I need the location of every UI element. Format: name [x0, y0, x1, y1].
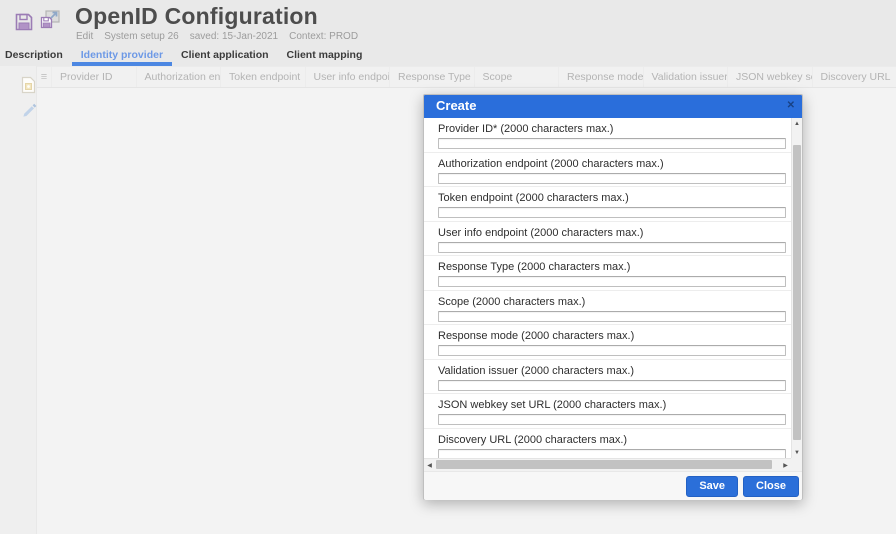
scroll-down-icon[interactable]: ▼ [792, 450, 802, 456]
field-label: Token endpoint (2000 characters max.) [438, 192, 786, 204]
field-row-discovery-url: Discovery URL (2000 characters max.) [424, 429, 791, 459]
scroll-up-icon[interactable]: ▲ [792, 121, 802, 127]
meta-context: Context: PROD [289, 31, 358, 42]
scrollbar-corner [791, 458, 802, 471]
dialog-footer: Save Close [424, 471, 802, 500]
field-label: Scope (2000 characters max.) [438, 296, 786, 308]
meta-mode: Edit [76, 31, 93, 42]
field-row-user-info-endpoint: User info endpoint (2000 characters max.… [424, 222, 791, 257]
field-label: Authorization endpoint (2000 characters … [438, 158, 786, 170]
field-label: Response mode (2000 characters max.) [438, 330, 786, 342]
page-meta: Edit System setup 26 saved: 15-Jan-2021 Con… [76, 31, 369, 42]
field-row-response-type: Response Type (2000 characters max.) [424, 256, 791, 291]
save-icon[interactable] [14, 12, 34, 37]
field-row-authorization-endpoint: Authorization endpoint (2000 characters … [424, 153, 791, 188]
field-row-json-webkey-set-url: JSON webkey set URL (2000 characters max… [424, 394, 791, 429]
app-header: OpenID Configuration Edit System setup 26… [0, 0, 896, 44]
meta-setup: System setup 26 [104, 31, 178, 42]
field-label: Provider ID* (2000 characters max.) [438, 123, 786, 135]
save-button[interactable]: Save [686, 476, 738, 497]
scope-input[interactable] [438, 311, 786, 322]
discovery-url-input[interactable] [438, 449, 786, 459]
field-row-provider-id: Provider ID* (2000 characters max.) [424, 118, 791, 153]
horizontal-scrollbar[interactable]: ◀ ▶ [424, 458, 791, 471]
tab-description[interactable]: Description [0, 44, 72, 66]
field-label: Validation issuer (2000 characters max.) [438, 365, 786, 377]
tab-identity-provider[interactable]: Identity provider [72, 44, 172, 66]
save-and-exit-icon[interactable] [38, 8, 62, 37]
field-row-scope: Scope (2000 characters max.) [424, 291, 791, 326]
provider-id-input[interactable] [438, 138, 786, 149]
scroll-left-icon[interactable]: ◀ [424, 462, 435, 469]
close-icon[interactable]: ✕ [787, 95, 795, 117]
field-row-response-mode: Response mode (2000 characters max.) [424, 325, 791, 360]
field-label: Response Type (2000 characters max.) [438, 261, 786, 273]
response-type-input[interactable] [438, 276, 786, 287]
scroll-right-icon[interactable]: ▶ [780, 462, 791, 469]
tab-client-application[interactable]: Client application [172, 44, 278, 66]
close-button[interactable]: Close [743, 476, 799, 497]
horizontal-scrollbar-thumb[interactable] [436, 460, 772, 469]
dialog-titlebar[interactable]: Create ✕ [424, 95, 802, 118]
dialog-title: Create [436, 98, 476, 113]
create-dialog: Create ✕ Provider ID* (2000 characters m… [423, 94, 803, 500]
vertical-scrollbar[interactable]: ▲ ▼ [791, 118, 802, 458]
authorization-endpoint-input[interactable] [438, 173, 786, 184]
field-row-validation-issuer: Validation issuer (2000 characters max.) [424, 360, 791, 395]
field-label: JSON webkey set URL (2000 characters max… [438, 399, 786, 411]
response-mode-input[interactable] [438, 345, 786, 356]
field-label: Discovery URL (2000 characters max.) [438, 434, 786, 446]
tab-client-mapping[interactable]: Client mapping [278, 44, 372, 66]
content-area: ≡ Provider ID Authorization end... Token… [0, 66, 896, 534]
field-label: User info endpoint (2000 characters max.… [438, 227, 786, 239]
user-info-endpoint-input[interactable] [438, 242, 786, 253]
fields-viewport: Provider ID* (2000 characters max.) Auth… [424, 118, 791, 458]
token-endpoint-input[interactable] [438, 207, 786, 218]
page-title: OpenID Configuration [75, 3, 318, 30]
field-row-token-endpoint: Token endpoint (2000 characters max.) [424, 187, 791, 222]
vertical-scrollbar-thumb[interactable] [793, 145, 801, 440]
validation-issuer-input[interactable] [438, 380, 786, 391]
meta-saved: saved: 15-Jan-2021 [190, 31, 278, 42]
json-webkey-set-url-input[interactable] [438, 414, 786, 425]
tab-bar: Description Identity provider Client app… [0, 44, 371, 66]
horizontal-scrollbar-track[interactable] [435, 459, 780, 471]
dialog-body: Provider ID* (2000 characters max.) Auth… [424, 118, 802, 471]
